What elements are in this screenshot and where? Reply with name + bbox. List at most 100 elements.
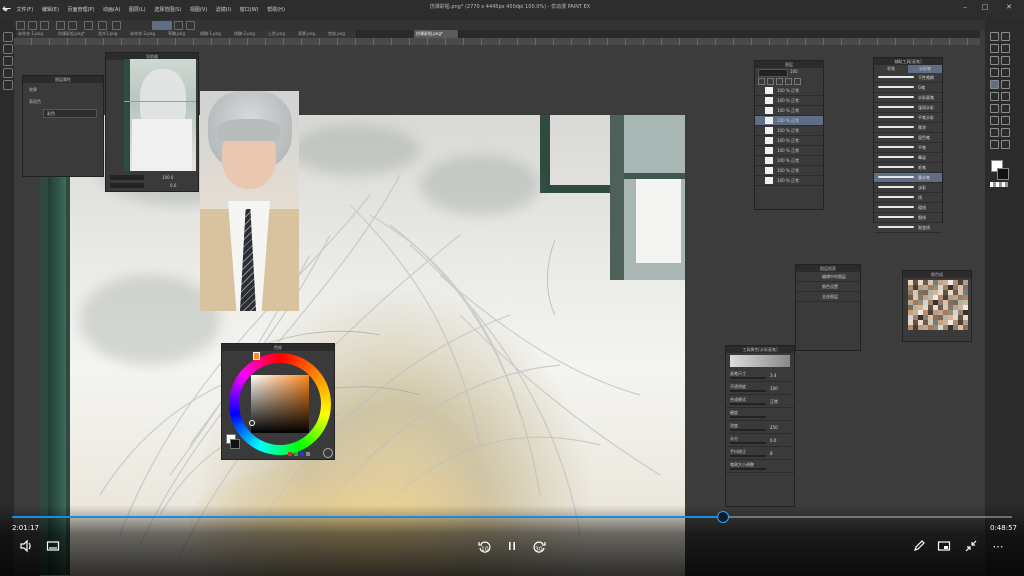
- tab-active[interactable]: 仿课彩铅.png*: [414, 30, 459, 38]
- tab-6[interactable]: 线稿-1.png: [198, 30, 233, 38]
- transform-icon[interactable]: [98, 21, 107, 30]
- tool-property-slider[interactable]: [730, 416, 766, 418]
- subtool-item[interactable]: 干性笔刷: [874, 73, 942, 83]
- tool-pencil-icon[interactable]: [1001, 68, 1010, 77]
- tool-property-slider[interactable]: [730, 390, 766, 392]
- snap-ruler-icon[interactable]: [152, 21, 172, 30]
- reference-image[interactable]: [200, 91, 299, 311]
- tab-3[interactable]: 花卉1.png: [96, 30, 129, 38]
- blend-mode-dropdown[interactable]: [758, 69, 788, 77]
- tool-property-row[interactable]: 画笔尺寸 3.4: [726, 369, 794, 382]
- menu-window[interactable]: 窗口(W): [240, 0, 259, 20]
- clear-icon[interactable]: [84, 21, 93, 30]
- delete-layer-icon[interactable]: [794, 78, 801, 85]
- subtool-item[interactable]: 细线: [874, 213, 942, 223]
- tab-9[interactable]: 背景.png: [296, 30, 327, 38]
- tool-zoom-right-icon[interactable]: [1001, 32, 1010, 41]
- tool-move-icon[interactable]: [3, 32, 13, 42]
- tab-1[interactable]: 未命名-1.png: [16, 30, 57, 38]
- snap-grid-icon[interactable]: [174, 21, 183, 30]
- background-color-swatch[interactable]: [997, 168, 1009, 180]
- save-icon[interactable]: [40, 21, 49, 30]
- tool-property-row[interactable]: 不透明度 100: [726, 382, 794, 395]
- tool-property-slider[interactable]: [730, 429, 766, 431]
- seek-bar-thumb[interactable]: [717, 511, 729, 523]
- tool-info-icon[interactable]: [3, 80, 13, 90]
- layer-row[interactable]: 100 % 正常: [755, 106, 823, 116]
- layer-row[interactable]: 100 % 正常: [755, 156, 823, 166]
- color-wheel-bg-swatch[interactable]: [230, 439, 240, 449]
- tool-airbrush-icon[interactable]: [1001, 80, 1010, 89]
- tab-5[interactable]: 草稿.png: [166, 30, 199, 38]
- tool-property-row[interactable]: 浓度 250: [726, 421, 794, 434]
- subtool-item[interactable]: G笔: [874, 83, 942, 93]
- tab-10[interactable]: 完成.png: [326, 30, 357, 38]
- layer-row[interactable]: 100 % 正常: [755, 146, 823, 156]
- tool-property-row[interactable]: 手抖修正 8: [726, 447, 794, 460]
- minimode-icon[interactable]: [936, 539, 952, 555]
- layer-row[interactable]: 100 % 正常: [755, 166, 823, 176]
- tool-property-row[interactable]: 硬度: [726, 408, 794, 421]
- close-icon[interactable]: ✕: [1004, 2, 1014, 12]
- pause-icon[interactable]: [504, 539, 520, 555]
- layer-search-row[interactable]: 全选图层: [796, 292, 860, 302]
- menu-help[interactable]: 帮助(H): [267, 0, 285, 20]
- menu-edit[interactable]: 编辑(E): [42, 0, 59, 20]
- navigator-thumbnail[interactable]: [124, 59, 196, 171]
- subtool-item[interactable]: 粗线: [874, 203, 942, 213]
- subtool-item[interactable]: 渐变线: [874, 223, 942, 233]
- tool-gradient-icon[interactable]: [1001, 104, 1010, 113]
- tool-operation-icon[interactable]: [1001, 44, 1010, 53]
- menu-file[interactable]: 文件(F): [16, 0, 33, 20]
- tool-property-slider[interactable]: [730, 377, 766, 379]
- tool-property-slider[interactable]: [730, 442, 766, 444]
- back-arrow-icon[interactable]: ←: [2, 0, 12, 18]
- color-mode-green[interactable]: [294, 452, 298, 456]
- tool-text-icon[interactable]: [1001, 128, 1010, 137]
- tab-2[interactable]: 仿课彩铅.png*: [56, 30, 97, 38]
- tool-eyedropper-icon[interactable]: [990, 44, 999, 53]
- menu-page[interactable]: 页面管理(P): [67, 0, 94, 20]
- subtool-item[interactable]: 混色笔: [874, 133, 942, 143]
- tool-property-slider[interactable]: [730, 455, 766, 457]
- tool-lasso-icon[interactable]: [990, 56, 999, 65]
- layer-search-row[interactable]: 编辑中的图层: [796, 272, 860, 282]
- tool-balloon-icon[interactable]: [990, 140, 999, 149]
- tool-figure-icon[interactable]: [990, 116, 999, 125]
- snap-special-icon[interactable]: [186, 21, 195, 30]
- menu-layer[interactable]: 图层(L): [129, 0, 146, 20]
- layer-row[interactable]: 100 % 正常: [755, 136, 823, 146]
- tool-watercolor-icon[interactable]: [990, 80, 999, 89]
- subtool-item[interactable]: 淡彩: [874, 183, 942, 193]
- subtool-item[interactable]: 厚涂: [874, 123, 942, 133]
- rewind-button[interactable]: 10: [477, 539, 493, 555]
- menu-animation[interactable]: 动画(A): [103, 0, 120, 20]
- tool-hand-icon[interactable]: [990, 32, 999, 41]
- menu-filter[interactable]: 滤镜(I): [216, 0, 231, 20]
- color-mode-gray[interactable]: [306, 452, 310, 456]
- new-file-icon[interactable]: [16, 21, 25, 30]
- fill-icon[interactable]: [112, 21, 121, 30]
- subtool-item[interactable]: 晕染: [874, 153, 942, 163]
- color-picker-handle[interactable]: [249, 420, 255, 426]
- open-file-icon[interactable]: [28, 21, 37, 30]
- menu-select[interactable]: 选择范围(S): [154, 0, 181, 20]
- subtitles-icon[interactable]: [45, 539, 61, 555]
- tool-property-slider[interactable]: [730, 468, 766, 470]
- tool-fill-icon[interactable]: [990, 104, 999, 113]
- lock-icon[interactable]: [776, 78, 783, 85]
- navigator-rotate-slider[interactable]: [110, 183, 144, 188]
- tool-property-row[interactable]: 合成模式 正常: [726, 395, 794, 408]
- tool-property-row[interactable]: 水分 0.0: [726, 434, 794, 447]
- tool-correct-line-icon[interactable]: [1001, 140, 1010, 149]
- undo-icon[interactable]: [56, 21, 65, 30]
- layer-row[interactable]: 100 % 正常: [755, 86, 823, 96]
- subtool-tab-watercolor[interactable]: 水彩笔: [908, 65, 942, 73]
- forward-button[interactable]: 30: [531, 539, 547, 555]
- tool-eraser-icon[interactable]: [990, 92, 999, 101]
- subtool-item[interactable]: 平笔水彩: [874, 113, 942, 123]
- subtool-item[interactable]: 水彩画笔: [874, 93, 942, 103]
- minimize-icon[interactable]: –: [960, 2, 970, 12]
- transparent-color-swatch[interactable]: [990, 182, 1008, 187]
- subtool-item[interactable]: 平笔: [874, 143, 942, 153]
